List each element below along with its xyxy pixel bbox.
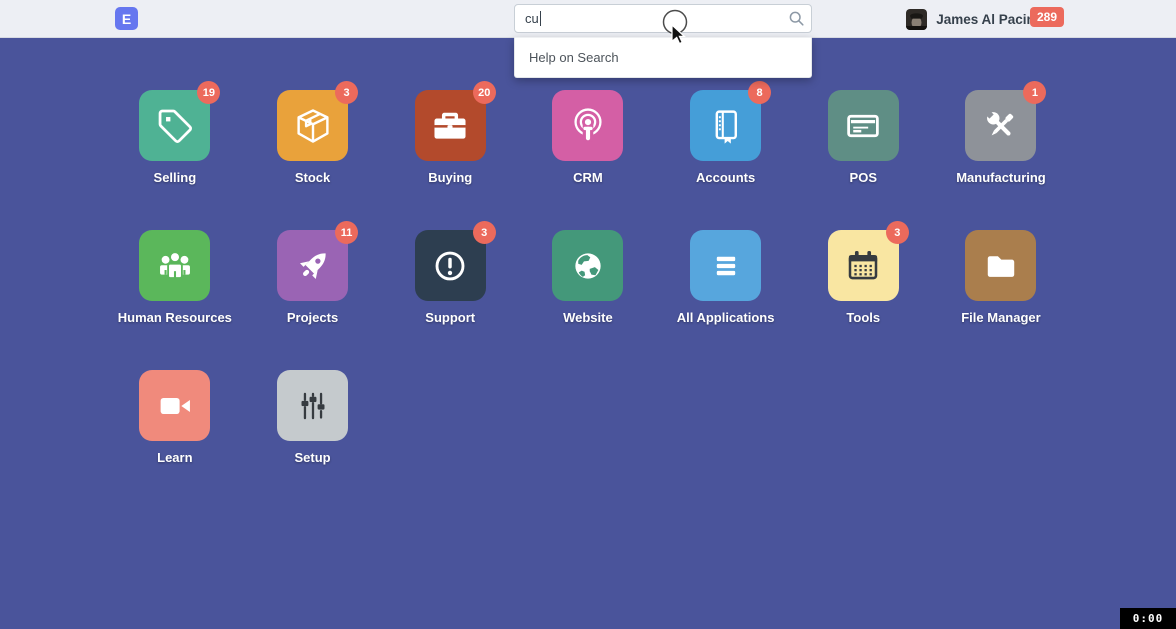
- module-tile-manufacturing[interactable]: 1 Manufacturing: [932, 90, 1070, 230]
- module-label: All Applications: [677, 310, 775, 325]
- search-icon[interactable]: [788, 10, 805, 32]
- notification-badge: 19: [197, 81, 220, 104]
- module-label: Setup: [294, 450, 330, 465]
- tools-icon[interactable]: 1: [965, 90, 1036, 161]
- top-navbar: E James Al Pacino 289: [0, 0, 1176, 38]
- module-tile-tools[interactable]: 3 Tools: [794, 230, 932, 370]
- user-name: James Al Pacino: [936, 12, 1043, 27]
- menu-bars-icon[interactable]: [690, 230, 761, 301]
- module-tile-buying[interactable]: 20 Buying: [381, 90, 519, 230]
- module-tile-accounts[interactable]: 8 Accounts: [657, 90, 795, 230]
- module-tile-website[interactable]: Website: [519, 230, 657, 370]
- module-label: Accounts: [696, 170, 755, 185]
- package-icon[interactable]: 3: [277, 90, 348, 161]
- people-icon[interactable]: [139, 230, 210, 301]
- recording-timer: 0:00: [1120, 608, 1176, 629]
- module-tile-pos[interactable]: POS: [794, 90, 932, 230]
- rocket-icon[interactable]: 11: [277, 230, 348, 301]
- avatar: [906, 9, 927, 30]
- text-caret: [540, 11, 541, 26]
- module-tile-setup[interactable]: Setup: [244, 370, 382, 510]
- module-tile-file-manager[interactable]: File Manager: [932, 230, 1070, 370]
- search-dropdown: Help on Search: [514, 37, 812, 78]
- global-search: [514, 4, 812, 33]
- module-label: Stock: [295, 170, 330, 185]
- notification-badge: 1: [1023, 81, 1046, 104]
- module-label: Buying: [428, 170, 472, 185]
- module-label: Website: [563, 310, 613, 325]
- module-grid: 19 Selling 3 Stock 20 Buying CRM 8 Accounts POS 1 M…: [106, 90, 1070, 510]
- module-label: POS: [850, 170, 877, 185]
- video-camera-icon[interactable]: [139, 370, 210, 441]
- module-tile-learn[interactable]: Learn: [106, 370, 244, 510]
- notification-badge: 8: [748, 81, 771, 104]
- help-on-search-item[interactable]: Help on Search: [515, 38, 811, 77]
- notification-badge: 20: [473, 81, 496, 104]
- issue-icon[interactable]: 3: [415, 230, 486, 301]
- notification-badge: 11: [335, 221, 358, 244]
- calendar-icon[interactable]: 3: [828, 230, 899, 301]
- broadcast-icon[interactable]: [552, 90, 623, 161]
- app-logo[interactable]: E: [115, 7, 138, 30]
- module-tile-crm[interactable]: CRM: [519, 90, 657, 230]
- folder-icon[interactable]: [965, 230, 1036, 301]
- ledger-icon[interactable]: 8: [690, 90, 761, 161]
- module-tile-all-applications[interactable]: All Applications: [657, 230, 795, 370]
- module-tile-projects[interactable]: 11 Projects: [244, 230, 382, 370]
- tag-icon[interactable]: 19: [139, 90, 210, 161]
- module-label: Projects: [287, 310, 338, 325]
- module-tile-stock[interactable]: 3 Stock: [244, 90, 382, 230]
- module-tile-human-resources[interactable]: Human Resources: [106, 230, 244, 370]
- credit-card-icon[interactable]: [828, 90, 899, 161]
- module-label: File Manager: [961, 310, 1040, 325]
- briefcase-icon[interactable]: 20: [415, 90, 486, 161]
- notifications-count-badge[interactable]: 289: [1030, 7, 1064, 27]
- search-input[interactable]: [514, 4, 812, 33]
- sliders-icon[interactable]: [277, 370, 348, 441]
- notification-badge: 3: [886, 221, 909, 244]
- notification-badge: 3: [335, 81, 358, 104]
- module-label: Human Resources: [118, 310, 232, 325]
- module-label: Learn: [157, 450, 192, 465]
- module-label: Manufacturing: [956, 170, 1046, 185]
- module-tile-support[interactable]: 3 Support: [381, 230, 519, 370]
- module-label: Selling: [154, 170, 197, 185]
- globe-icon[interactable]: [552, 230, 623, 301]
- module-tile-selling[interactable]: 19 Selling: [106, 90, 244, 230]
- notification-badge: 3: [473, 221, 496, 244]
- module-label: Support: [425, 310, 475, 325]
- module-label: Tools: [846, 310, 880, 325]
- module-label: CRM: [573, 170, 603, 185]
